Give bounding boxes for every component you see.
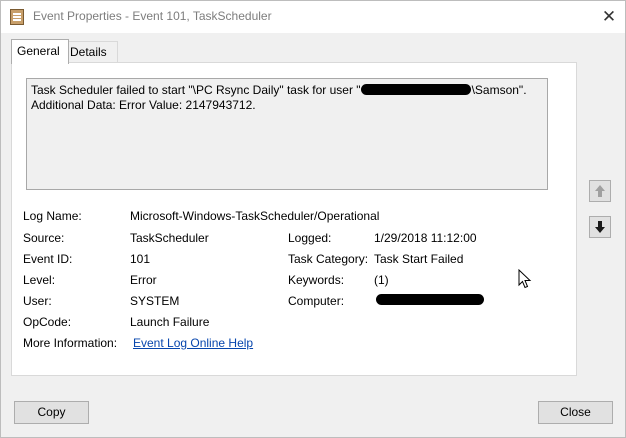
level-value: Error xyxy=(130,273,157,287)
event-id-value: 101 xyxy=(130,252,151,266)
event-viewer-icon xyxy=(10,9,24,25)
log-name-value: Microsoft-Windows-TaskScheduler/Operatio… xyxy=(130,209,380,223)
keywords-value: (1) xyxy=(374,273,389,287)
next-event-button[interactable] xyxy=(589,216,611,238)
arrow-down-icon xyxy=(595,221,605,233)
redacted-domain xyxy=(360,84,471,95)
description-line-2: Additional Data: Error Value: 2147943712… xyxy=(31,98,256,112)
general-panel: Task Scheduler failed to start "\PC Rsyn… xyxy=(11,62,577,376)
event-description[interactable]: Task Scheduler failed to start "\PC Rsyn… xyxy=(26,78,548,190)
description-line-1: Task Scheduler failed to start "\PC Rsyn… xyxy=(31,83,543,98)
title-bar[interactable]: Event Properties - Event 101, TaskSchedu… xyxy=(1,1,625,33)
tab-general[interactable]: General xyxy=(11,39,69,64)
opcode-label: OpCode: xyxy=(23,315,72,329)
event-log-online-help-link[interactable]: Event Log Online Help xyxy=(133,336,253,350)
window-close-button[interactable]: ✕ xyxy=(597,5,621,29)
computer-label: Computer: xyxy=(288,294,345,308)
logged-label: Logged: xyxy=(288,231,332,245)
task-category-label: Task Category: xyxy=(288,252,369,266)
source-value: TaskScheduler xyxy=(130,231,209,245)
copy-button[interactable]: Copy xyxy=(14,401,89,424)
close-button[interactable]: Close xyxy=(538,401,613,424)
logged-value: 1/29/2018 11:12:00 xyxy=(374,231,477,245)
tab-details[interactable]: Details xyxy=(64,41,118,63)
mouse-cursor-icon xyxy=(518,268,532,292)
redacted-computer-value xyxy=(376,294,484,305)
opcode-value: Launch Failure xyxy=(130,315,210,329)
previous-event-button[interactable] xyxy=(589,180,611,202)
user-label: User: xyxy=(23,294,52,308)
arrow-up-icon xyxy=(595,185,605,197)
event-properties-window: Event Properties - Event 101, TaskSchedu… xyxy=(0,0,626,438)
level-label: Level: xyxy=(23,273,56,287)
source-label: Source: xyxy=(23,231,65,245)
event-id-label: Event ID: xyxy=(23,252,73,266)
user-value: SYSTEM xyxy=(130,294,180,308)
description-text-end: \Samson". xyxy=(471,83,527,97)
description-text-start: Task Scheduler failed to start "\PC Rsyn… xyxy=(31,83,361,97)
log-name-label: Log Name: xyxy=(23,209,82,223)
task-category-value: Task Start Failed xyxy=(374,252,464,266)
more-information-label: More Information: xyxy=(23,336,118,350)
keywords-label: Keywords: xyxy=(288,273,345,287)
window-title: Event Properties - Event 101, TaskSchedu… xyxy=(33,9,272,23)
